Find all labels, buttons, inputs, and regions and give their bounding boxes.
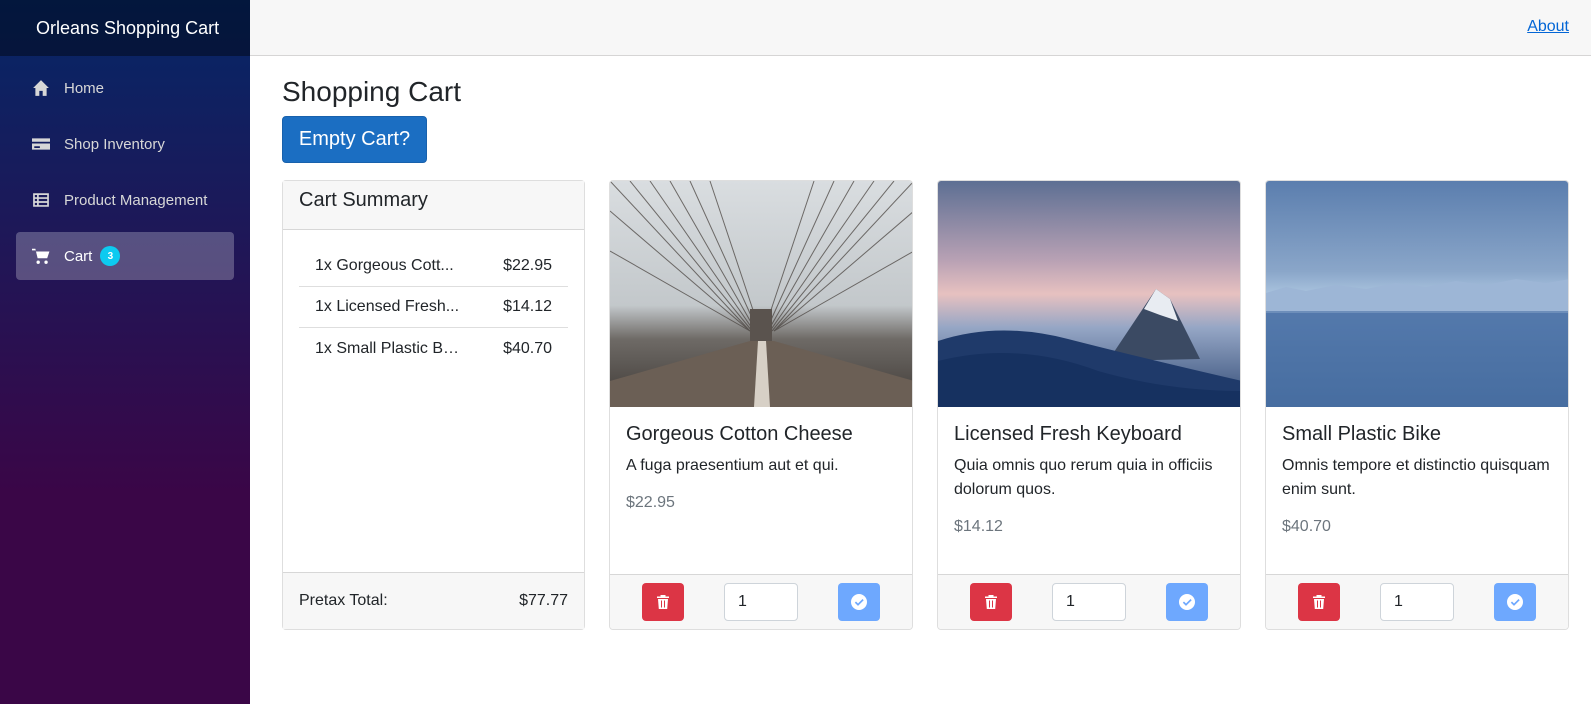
- product-title: Licensed Fresh Keyboard: [954, 423, 1182, 445]
- product-price: $40.70: [1282, 518, 1331, 535]
- sidebar-item-label: Home: [64, 79, 105, 97]
- trash-icon: [1313, 595, 1325, 609]
- list-item: 1x Gorgeous Cott... $22.95: [299, 246, 568, 287]
- update-quantity-button[interactable]: [1494, 583, 1536, 621]
- product-description: Omnis tempore et distinctio quisquam eni…: [1282, 457, 1550, 498]
- bridge-photo: [610, 181, 912, 407]
- quantity-input[interactable]: [724, 583, 798, 621]
- cart-count-badge: 3: [100, 246, 121, 266]
- product-title: Small Plastic Bike: [1282, 423, 1441, 445]
- product-description: A fuga praesentium aut et qui.: [626, 457, 839, 474]
- lake-photo: [1266, 181, 1568, 407]
- sidebar-item-label: Shop Inventory: [64, 135, 165, 153]
- product-card: Gorgeous Cotton Cheese A fuga praesentiu…: [609, 180, 913, 630]
- remove-item-button[interactable]: [970, 583, 1012, 621]
- product-card: Small Plastic Bike Omnis tempore et dist…: [1265, 180, 1569, 630]
- credit-card-icon: [32, 135, 50, 153]
- product-actions: [610, 574, 912, 629]
- product-description: Quia omnis quo rerum quia in officiis do…: [954, 457, 1213, 498]
- product-card: Licensed Fresh Keyboard Quia omnis quo r…: [937, 180, 1241, 630]
- sidebar-item-shop-inventory[interactable]: Shop Inventory: [16, 120, 234, 168]
- empty-cart-button[interactable]: Empty Cart?: [282, 116, 427, 163]
- home-icon: [32, 79, 50, 97]
- cart-icon: [32, 247, 50, 265]
- cart-summary-card: Cart Summary 1x Gorgeous Cott... $22.95 …: [282, 180, 585, 630]
- trash-icon: [985, 595, 997, 609]
- sidebar-nav: Home Shop Inventory Product Management C…: [0, 56, 250, 280]
- page-title: Shopping Cart: [282, 76, 462, 107]
- summary-item-label: 1x Gorgeous Cott...: [315, 257, 454, 274]
- summary-item-price: $14.12: [503, 298, 552, 315]
- summary-item-price: $40.70: [503, 339, 552, 357]
- remove-item-button[interactable]: [642, 583, 684, 621]
- summary-item-label: 1x Small Plastic Bike: [315, 339, 460, 357]
- sidebar-item-label: Cart: [64, 247, 93, 265]
- check-circle-icon: [1507, 594, 1523, 610]
- cart-summary-title: Cart Summary: [283, 181, 584, 230]
- list-icon: [32, 191, 50, 209]
- product-price: $14.12: [954, 518, 1003, 535]
- summary-item-price: $22.95: [503, 257, 552, 274]
- sidebar-item-label: Product Management: [64, 191, 208, 209]
- top-bar: About: [250, 0, 1591, 56]
- trash-icon: [657, 595, 669, 609]
- product-actions: [938, 574, 1240, 629]
- quantity-input[interactable]: [1052, 583, 1126, 621]
- list-item: 1x Licensed Fresh... $14.12: [299, 287, 568, 328]
- sidebar-item-cart[interactable]: Cart 3: [16, 232, 234, 280]
- pretax-total-value: $77.77: [519, 592, 568, 609]
- check-circle-icon: [1179, 594, 1195, 610]
- cart-summary-footer: Pretax Total: $77.77: [283, 572, 584, 629]
- remove-item-button[interactable]: [1298, 583, 1340, 621]
- brand-title[interactable]: Orleans Shopping Cart: [0, 0, 250, 56]
- mountain-photo: [938, 181, 1240, 407]
- summary-item-label: 1x Licensed Fresh...: [315, 298, 460, 315]
- pretax-total-label: Pretax Total:: [299, 592, 388, 609]
- update-quantity-button[interactable]: [1166, 583, 1208, 621]
- sidebar: Orleans Shopping Cart Home Shop Inventor…: [0, 0, 250, 704]
- product-price: $22.95: [626, 494, 675, 511]
- quantity-input[interactable]: [1380, 583, 1454, 621]
- sidebar-item-product-management[interactable]: Product Management: [16, 176, 234, 224]
- update-quantity-button[interactable]: [838, 583, 880, 621]
- sidebar-item-home[interactable]: Home: [16, 64, 234, 112]
- product-title: Gorgeous Cotton Cheese: [626, 423, 853, 445]
- product-actions: [1266, 574, 1568, 629]
- list-item: 1x Small Plastic Bike $40.70: [299, 328, 568, 369]
- about-link[interactable]: About: [1527, 18, 1569, 36]
- check-circle-icon: [851, 594, 867, 610]
- cart-summary-list: 1x Gorgeous Cott... $22.95 1x Licensed F…: [283, 230, 584, 369]
